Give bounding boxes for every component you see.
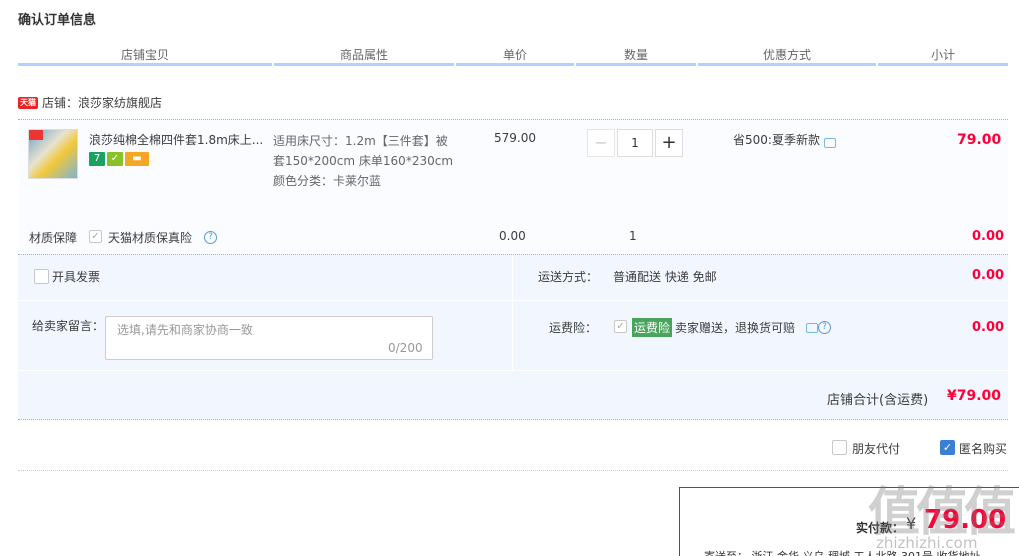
divider bbox=[512, 256, 513, 370]
column-header-qty: 数量 bbox=[576, 46, 696, 66]
watermark-url: zhizhizhi.com bbox=[876, 534, 978, 552]
help-icon[interactable]: ? bbox=[818, 321, 831, 334]
column-header-item: 店铺宝贝 bbox=[18, 46, 272, 66]
invoice-checkbox[interactable] bbox=[34, 269, 49, 284]
product-name[interactable]: 浪莎纯棉全棉四件套1.8m床上... bbox=[89, 131, 265, 148]
seven-day-return-icon[interactable]: 7 bbox=[89, 151, 105, 166]
card-icon[interactable]: ▬ bbox=[125, 151, 149, 166]
friend-pay-checkbox[interactable] bbox=[832, 440, 847, 455]
shop-line: 天猫 店铺：浪莎家纺旗舰店 bbox=[18, 94, 162, 111]
increase-button[interactable]: + bbox=[655, 129, 683, 157]
insurance-label: 材质保障 bbox=[29, 231, 78, 245]
chat-icon[interactable] bbox=[806, 322, 818, 333]
anonymous-checkbox[interactable]: ✓ bbox=[940, 440, 955, 455]
freight-insurance-checkbox: ✓ bbox=[614, 320, 627, 333]
insurance-checkbox[interactable]: ✓ bbox=[89, 230, 102, 243]
item-subtotal: 79.00 bbox=[957, 132, 1002, 148]
shop-total-value: ¥79.00 bbox=[947, 388, 1002, 404]
page-title: 确认订单信息 bbox=[18, 13, 97, 28]
column-header-subtotal: 小计 bbox=[878, 46, 1008, 66]
quantity-stepper: −1 + bbox=[587, 129, 683, 157]
service-icons: 7 ✓ ▬ bbox=[89, 151, 151, 166]
freight-insurance-desc: 卖家赠送，退换货可赔 bbox=[675, 321, 796, 335]
freight-insurance-badge: 运费险 bbox=[632, 318, 673, 337]
insurance-total: 0.00 bbox=[972, 229, 1005, 244]
shop-total-label: 店铺合计(含运费) bbox=[827, 393, 929, 408]
invoice-label[interactable]: 开具发票 bbox=[52, 268, 100, 285]
message-label: 给卖家留言： bbox=[32, 319, 105, 333]
freight-icons: ? bbox=[806, 320, 831, 334]
promo: 省500:夏季新款 bbox=[733, 131, 836, 148]
friend-pay-label[interactable]: 朋友代付 bbox=[852, 440, 900, 457]
tmall-icon: 天猫 bbox=[18, 96, 38, 109]
shipping-method: 普通配送 快递 免邮 bbox=[613, 270, 717, 284]
insurance-qty: 1 bbox=[629, 229, 637, 243]
help-icon[interactable]: ? bbox=[204, 231, 217, 244]
shipping-total: 0.00 bbox=[972, 268, 1005, 283]
quantity-input[interactable]: 1 bbox=[617, 129, 653, 157]
divider bbox=[18, 370, 1008, 371]
decrease-button[interactable]: − bbox=[587, 129, 615, 157]
column-header-promo: 优惠方式 bbox=[698, 46, 876, 66]
divider bbox=[18, 300, 1008, 301]
divider bbox=[18, 470, 1008, 471]
promo-label: 省500:夏季新款 bbox=[733, 133, 820, 147]
product-thumbnail[interactable] bbox=[28, 129, 78, 179]
shipping-label: 运送方式： bbox=[538, 270, 599, 284]
message-placeholder: 选填,请先和商家协商一致 bbox=[117, 323, 253, 337]
anonymous-label[interactable]: 匿名购买 bbox=[959, 440, 1007, 457]
guarantee-icon[interactable]: ✓ bbox=[107, 151, 123, 166]
insurance-price: 0.00 bbox=[499, 229, 526, 243]
insurance-name: 天猫材质保真险 bbox=[108, 231, 193, 245]
attr-size: 适用床尺寸：1.2m【三件套】被套150*200cm 床单160*230cm bbox=[273, 134, 454, 168]
attr-color: 颜色分类：卡莱尔蓝 bbox=[273, 174, 382, 188]
message-char-count: 0/200 bbox=[388, 341, 423, 355]
unit-price: 579.00 bbox=[494, 131, 536, 145]
column-header-price: 单价 bbox=[456, 46, 574, 66]
shop-name[interactable]: 店铺：浪莎家纺旗舰店 bbox=[42, 96, 162, 110]
column-header-attrs: 商品属性 bbox=[274, 46, 454, 66]
freight-insurance-label: 运费险： bbox=[549, 321, 598, 335]
freight-insurance-total: 0.00 bbox=[972, 320, 1005, 335]
product-attributes: 适用床尺寸：1.2m【三件套】被套150*200cm 床单160*230cm 颜… bbox=[273, 131, 453, 191]
chat-icon[interactable] bbox=[823, 137, 836, 148]
